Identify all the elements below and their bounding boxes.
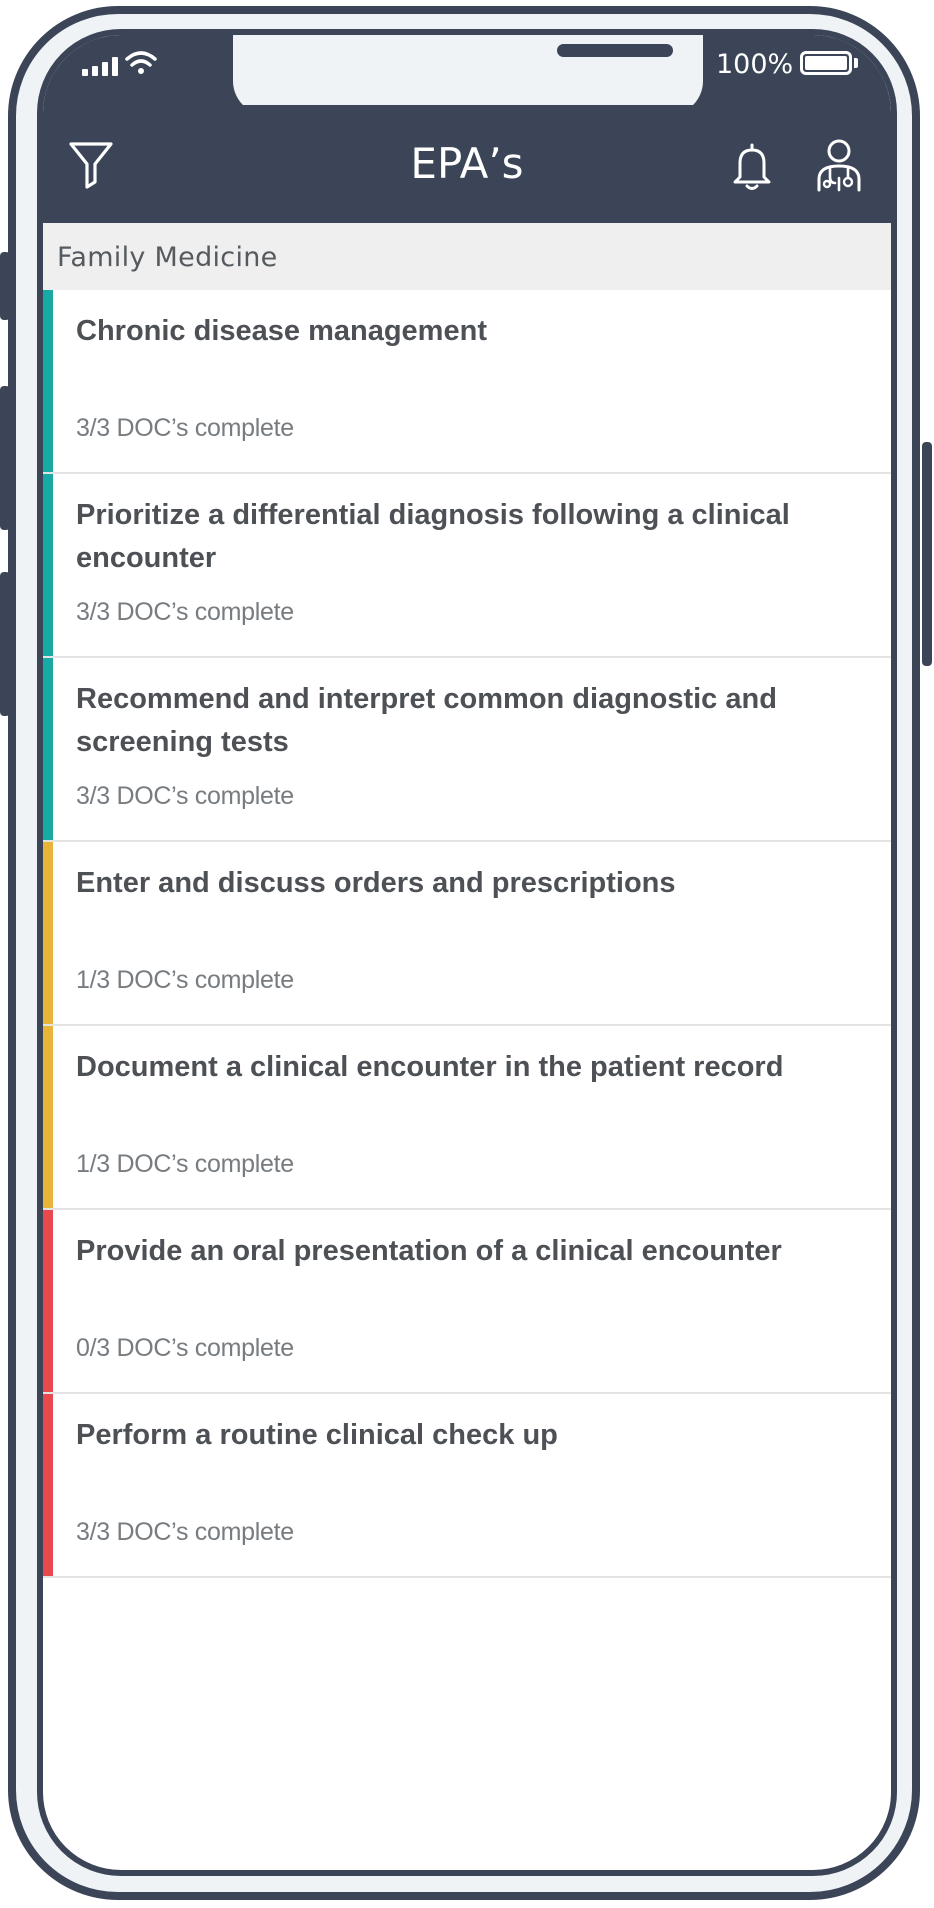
epa-list-item[interactable]: Enter and discuss orders and prescriptio… — [43, 842, 891, 1026]
side-button-right — [922, 442, 932, 666]
epa-title: Enter and discuss orders and prescriptio… — [76, 867, 676, 899]
epa-title: Prioritize a differential diagnosis foll… — [76, 499, 790, 574]
bell-icon — [733, 143, 771, 190]
battery-icon — [800, 51, 852, 75]
section-header: Family Medicine — [43, 223, 891, 290]
epa-completion-status: 3/3 DOC’s complete — [76, 782, 294, 810]
notch — [233, 35, 745, 115]
epa-completion-status: 1/3 DOC’s complete — [76, 1150, 294, 1178]
battery-tip — [854, 58, 858, 68]
epa-title: Perform a routine clinical check up — [76, 1419, 558, 1451]
side-button-left-1 — [0, 252, 10, 320]
epa-list-item[interactable]: Perform a routine clinical check up 3/3 D… — [43, 1394, 891, 1578]
phone-screen: 100% EPA’s Family Medicine Chronic disea… — [37, 29, 897, 1876]
status-color-bar — [43, 1210, 53, 1392]
epa-title: Provide an oral presentation of a clinic… — [76, 1235, 782, 1267]
signal-icon — [82, 56, 118, 76]
profile-button[interactable] — [811, 135, 867, 195]
epa-list-item[interactable]: Recommend and interpret common diagnosti… — [43, 658, 891, 842]
side-button-left-2 — [0, 386, 10, 530]
doctor-profile-icon — [817, 139, 861, 192]
status-color-bar — [43, 842, 53, 1024]
status-color-bar — [43, 1026, 53, 1208]
status-color-bar — [43, 658, 53, 840]
status-color-bar — [43, 1394, 53, 1576]
epa-completion-status: 3/3 DOC’s complete — [76, 414, 294, 442]
section-title: Family Medicine — [57, 242, 278, 273]
epa-completion-status: 3/3 DOC’s complete — [76, 1518, 294, 1546]
wifi-icon — [125, 51, 157, 74]
epa-completion-status: 0/3 DOC’s complete — [76, 1334, 294, 1362]
epa-title: Chronic disease management — [76, 315, 487, 347]
side-button-left-3 — [0, 572, 10, 716]
epa-completion-status: 1/3 DOC’s complete — [76, 966, 294, 994]
epa-completion-status: 3/3 DOC’s complete — [76, 598, 294, 626]
epa-list-item[interactable]: Prioritize a differential diagnosis foll… — [43, 474, 891, 658]
speaker-grille — [557, 44, 673, 57]
status-color-bar — [43, 290, 53, 472]
status-bar: 100% — [43, 35, 891, 115]
epa-list-item[interactable]: Document a clinical encounter in the pat… — [43, 1026, 891, 1210]
epa-list-item[interactable]: Provide an oral presentation of a clinic… — [43, 1210, 891, 1394]
epa-title: Document a clinical encounter in the pat… — [76, 1051, 784, 1083]
epa-title: Recommend and interpret common diagnosti… — [76, 683, 777, 758]
battery-percent: 100% — [716, 49, 794, 80]
epa-list: Chronic disease management 3/3 DOC’s comp… — [43, 290, 891, 1578]
epa-list-item[interactable]: Chronic disease management 3/3 DOC’s comp… — [43, 290, 891, 474]
app-header: EPA’s — [43, 105, 891, 223]
notifications-button[interactable] — [727, 139, 777, 193]
status-color-bar — [43, 474, 53, 656]
